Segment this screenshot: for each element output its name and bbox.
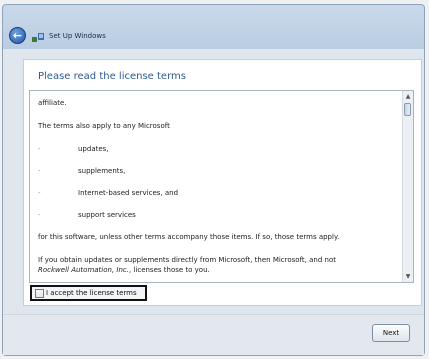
license-bullet-item: updates, [78,145,109,153]
license-bullet-item: Internet-based services, and [78,189,179,197]
license-bullet-item: support services [78,211,136,219]
license-line: The terms also apply to any Microsoft [38,122,170,130]
license-line: If you obtain updates or supplements dir… [38,256,336,264]
bullet-dash: - [38,211,41,219]
page-heading: Please read the license terms [38,71,186,82]
scroll-down-icon[interactable]: ▼ [403,272,413,281]
accept-label[interactable]: I accept the license terms [46,289,137,297]
next-button[interactable]: Next [372,324,410,342]
license-bullet-item: supplements, [78,167,126,175]
scroll-up-icon[interactable]: ▲ [403,92,413,101]
license-line: affiliate. [38,99,67,107]
bullet-dash: - [38,167,41,175]
license-scrollbar[interactable]: ▲ ▼ [402,91,413,282]
license-line: Rockwell Automation, Inc., licenses thos… [38,266,210,274]
setup-window: ← Set Up Windows Please read the license… [2,4,425,356]
license-line-tail: , licenses those to you. [129,266,210,274]
bullet-dash: - [38,189,41,197]
setup-windows-icon [32,33,44,42]
company-name: Rockwell Automation, Inc. [38,266,129,274]
scrollbar-thumb[interactable] [404,103,411,116]
license-line: for this software, unless other terms ac… [38,233,340,241]
bullet-dash: - [38,145,41,153]
accept-license-option[interactable]: I accept the license terms [30,285,147,301]
license-text-box[interactable]: affiliate. The terms also apply to any M… [29,90,414,283]
window-title: Set Up Windows [49,32,106,40]
back-arrow-icon[interactable]: ← [9,27,26,44]
content-panel: Please read the license terms affiliate.… [23,59,422,306]
accept-checkbox[interactable] [35,288,44,298]
title-bar: ← Set Up Windows [3,5,424,49]
footer-bar: Next [3,314,424,355]
